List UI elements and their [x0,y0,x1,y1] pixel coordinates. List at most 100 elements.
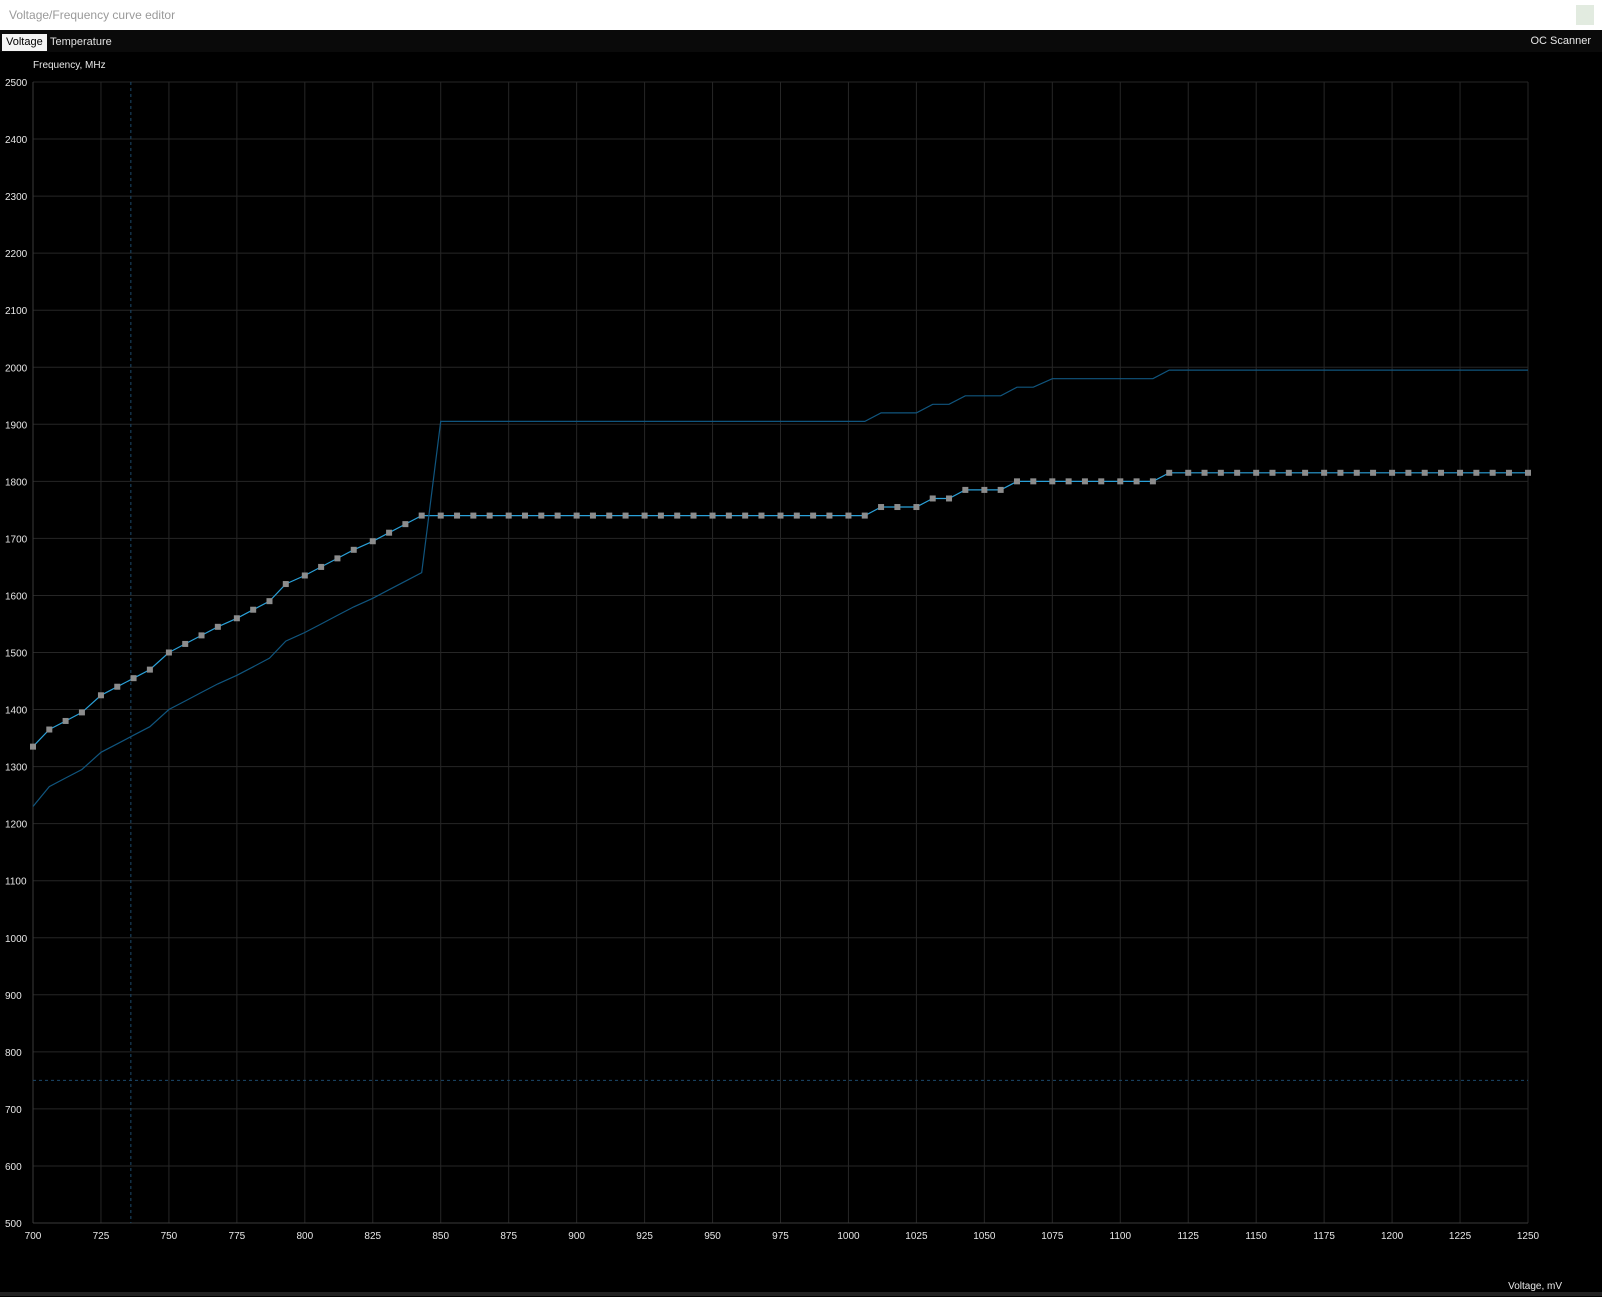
curve-point-handle[interactable] [589,512,596,519]
x-tick-label: 1025 [905,1231,928,1242]
curve-point-handle[interactable] [30,743,36,750]
curve-point-handle[interactable] [641,512,648,519]
curve-point-handle[interactable] [606,512,613,519]
curve-point-handle[interactable] [946,495,953,502]
curve-point-handle[interactable] [470,512,477,519]
curve-point-handle[interactable] [1489,469,1496,476]
curve-point-handle[interactable] [62,717,69,724]
curve-point-handle[interactable] [402,521,409,528]
curve-point-handle[interactable] [78,709,85,716]
curve-point-handle[interactable] [418,512,425,519]
curve-point-handle[interactable] [1201,469,1208,476]
curve-point-handle[interactable] [777,512,784,519]
curve-point-handle[interactable] [386,529,393,536]
curve-point-handle[interactable] [894,504,901,511]
curve-point-handle[interactable] [622,512,629,519]
curve-point-handle[interactable] [1166,469,1173,476]
curve-point-handle[interactable] [1389,469,1396,476]
curve-point-handle[interactable] [369,538,376,545]
vf-curve-chart[interactable]: Frequency, MHz 700 725 750 775 800 825 850 875 9… [0,52,1602,1292]
curve-point-handle[interactable] [318,563,325,570]
curve-point-handle[interactable] [1473,469,1480,476]
curve-point-handle[interactable] [1081,478,1088,485]
curve-point-handle[interactable] [505,512,512,519]
tab-voltage[interactable]: Voltage [2,34,47,51]
curve-point-handle[interactable] [454,512,461,519]
curve-point-handle[interactable] [521,512,528,519]
curve-point-handle[interactable] [1185,469,1192,476]
curve-point-handle[interactable] [46,726,53,733]
curve-point-handle[interactable] [810,512,817,519]
curve-point-handle[interactable] [146,666,153,673]
curve-point-handle[interactable] [1013,478,1020,485]
tab-temperature[interactable]: Temperature [46,34,116,51]
curve-point-handle[interactable] [334,555,341,562]
curve-point-handle[interactable] [1049,478,1056,485]
curve-point-handle[interactable] [878,504,885,511]
curve-point-handle[interactable] [1234,469,1241,476]
curve-point-handle[interactable] [198,632,205,639]
curve-point-handle[interactable] [437,512,444,519]
curve-point-handle[interactable] [913,504,920,511]
curve-point-handle[interactable] [1370,469,1377,476]
curve-point-handle[interactable] [997,486,1004,493]
curve-point-handle[interactable] [845,512,852,519]
curve-point-handle[interactable] [554,512,561,519]
y-tick-label: 1700 [5,534,28,545]
curve-point-handle[interactable] [233,615,240,622]
curve-point-handle[interactable] [266,598,273,605]
curve-point-handle[interactable] [861,512,868,519]
curve-point-handle[interactable] [1302,469,1309,476]
curve-point-handle[interactable] [725,512,732,519]
curve-point-handle[interactable] [1438,469,1445,476]
curve-point-handle[interactable] [1421,469,1428,476]
curve-point-handle[interactable] [573,512,580,519]
curve-point-handle[interactable] [97,692,104,699]
curve-point-handle[interactable] [690,512,697,519]
curve-point-handle[interactable] [165,649,172,656]
curve-point-handle[interactable] [130,675,137,682]
curve-point-handle[interactable] [301,572,308,579]
curve-point-handle[interactable] [1269,469,1276,476]
chart-canvas[interactable]: 700 725 750 775 800 825 850 875 900 925 950 975 1000… [0,52,1602,1292]
y-tick-label: 1400 [5,706,28,717]
curve-point-handle[interactable] [1098,478,1105,485]
curve-point-handle[interactable] [1285,469,1292,476]
curve-point-handle[interactable] [981,486,988,493]
curve-point-handle[interactable] [214,623,221,630]
curve-point-handle[interactable] [1353,469,1360,476]
curve-point-handle[interactable] [114,683,121,690]
y-tick-label: 1900 [5,420,28,431]
window-corner-button[interactable] [1576,5,1594,25]
curve-point-handle[interactable] [657,512,664,519]
curve-point-handle[interactable] [538,512,545,519]
curve-point-handle[interactable] [793,512,800,519]
curve-point-handle[interactable] [709,512,716,519]
curve-point-handle[interactable] [674,512,681,519]
curve-point-handle[interactable] [1405,469,1412,476]
y-axis-label: Frequency, MHz [33,60,106,71]
curve-point-handle[interactable] [758,512,765,519]
curve-point-handle[interactable] [1321,469,1328,476]
curve-point-handle[interactable] [826,512,833,519]
curve-point-handle[interactable] [1217,469,1224,476]
curve-point-handle[interactable] [282,581,289,588]
curve-point-handle[interactable] [1253,469,1260,476]
curve-point-handle[interactable] [1457,469,1464,476]
curve-point-handle[interactable] [1337,469,1344,476]
curve-point-handle[interactable] [929,495,936,502]
curve-point-handle[interactable] [250,606,257,613]
curve-point-handle[interactable] [1030,478,1037,485]
curve-point-handle[interactable] [1117,478,1124,485]
curve-point-handle[interactable] [1525,469,1531,476]
curve-point-handle[interactable] [486,512,493,519]
curve-point-handle[interactable] [350,546,357,553]
curve-point-handle[interactable] [182,640,189,647]
oc-scanner-button[interactable]: OC Scanner [1530,35,1591,47]
curve-point-handle[interactable] [1149,478,1156,485]
curve-point-handle[interactable] [1133,478,1140,485]
curve-point-handle[interactable] [742,512,749,519]
curve-point-handle[interactable] [962,486,969,493]
curve-point-handle[interactable] [1065,478,1072,485]
curve-point-handle[interactable] [1505,469,1512,476]
